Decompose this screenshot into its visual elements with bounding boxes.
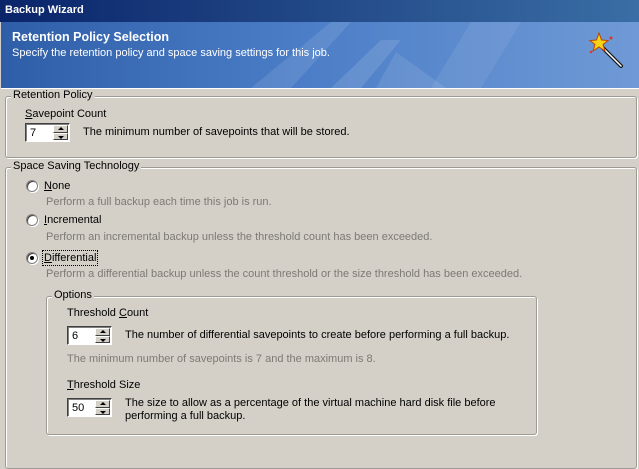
radio-incremental-label[interactable]: Incremental (44, 214, 101, 226)
radio-differential-label[interactable]: Differential (41, 250, 99, 266)
arrow-down-icon (100, 338, 106, 342)
window-title-bar[interactable]: Backup Wizard (0, 0, 639, 22)
options-legend: Options (52, 289, 94, 301)
arrow-up-icon (100, 330, 106, 333)
threshold-size-stepper[interactable]: 50 (67, 398, 112, 417)
page-subtitle: Specify the retention policy and space s… (12, 47, 330, 59)
arrow-down-icon (58, 135, 64, 139)
spin-up-button[interactable] (95, 328, 110, 336)
incremental-description: Perform an incremental backup unless the… (46, 231, 433, 243)
spin-up-button[interactable] (95, 400, 110, 408)
threshold-count-description: The number of differential savepoints to… (125, 329, 510, 341)
savepoint-count-value: 7 (30, 127, 37, 139)
radio-none[interactable] (26, 180, 38, 192)
page-heading: Retention Policy Selection (12, 30, 169, 44)
magic-wand-icon (588, 32, 623, 68)
spin-up-button[interactable] (53, 125, 68, 133)
radio-none-label[interactable]: None (44, 180, 70, 192)
savepoint-count-label: Savepoint Count (25, 108, 107, 120)
savepoint-count-description: The minimum number of savepoints that wi… (83, 126, 350, 138)
threshold-size-value: 50 (72, 402, 85, 414)
none-description: Perform a full backup each time this job… (46, 196, 272, 208)
spin-down-button[interactable] (53, 132, 68, 140)
differential-description: Perform a differential backup unless the… (46, 268, 523, 280)
radio-incremental[interactable] (26, 214, 38, 226)
spin-down-button[interactable] (95, 335, 110, 343)
radio-selected-dot (30, 256, 34, 260)
threshold-count-note: The minimum number of savepoints is 7 an… (67, 353, 376, 365)
threshold-count-label: Threshold Count (67, 307, 149, 319)
retention-policy-legend: Retention Policy (11, 89, 95, 101)
wizard-header-banner: Retention Policy Selection Specify the r… (1, 22, 639, 89)
savepoint-count-stepper[interactable]: 7 (25, 123, 70, 142)
window-title: Backup Wizard (5, 4, 84, 16)
threshold-count-value: 6 (72, 330, 79, 342)
arrow-up-icon (58, 127, 64, 130)
space-saving-legend: Space Saving Technology (11, 160, 142, 172)
threshold-size-description-line2: performing a full backup. (125, 410, 246, 422)
arrow-down-icon (100, 410, 106, 414)
threshold-count-stepper[interactable]: 6 (67, 326, 112, 345)
threshold-size-description-line1: The size to allow as a percentage of the… (125, 397, 496, 409)
threshold-size-label: Threshold Size (67, 379, 141, 391)
radio-differential[interactable] (26, 252, 38, 264)
spin-down-button[interactable] (95, 407, 110, 415)
arrow-up-icon (100, 402, 106, 405)
